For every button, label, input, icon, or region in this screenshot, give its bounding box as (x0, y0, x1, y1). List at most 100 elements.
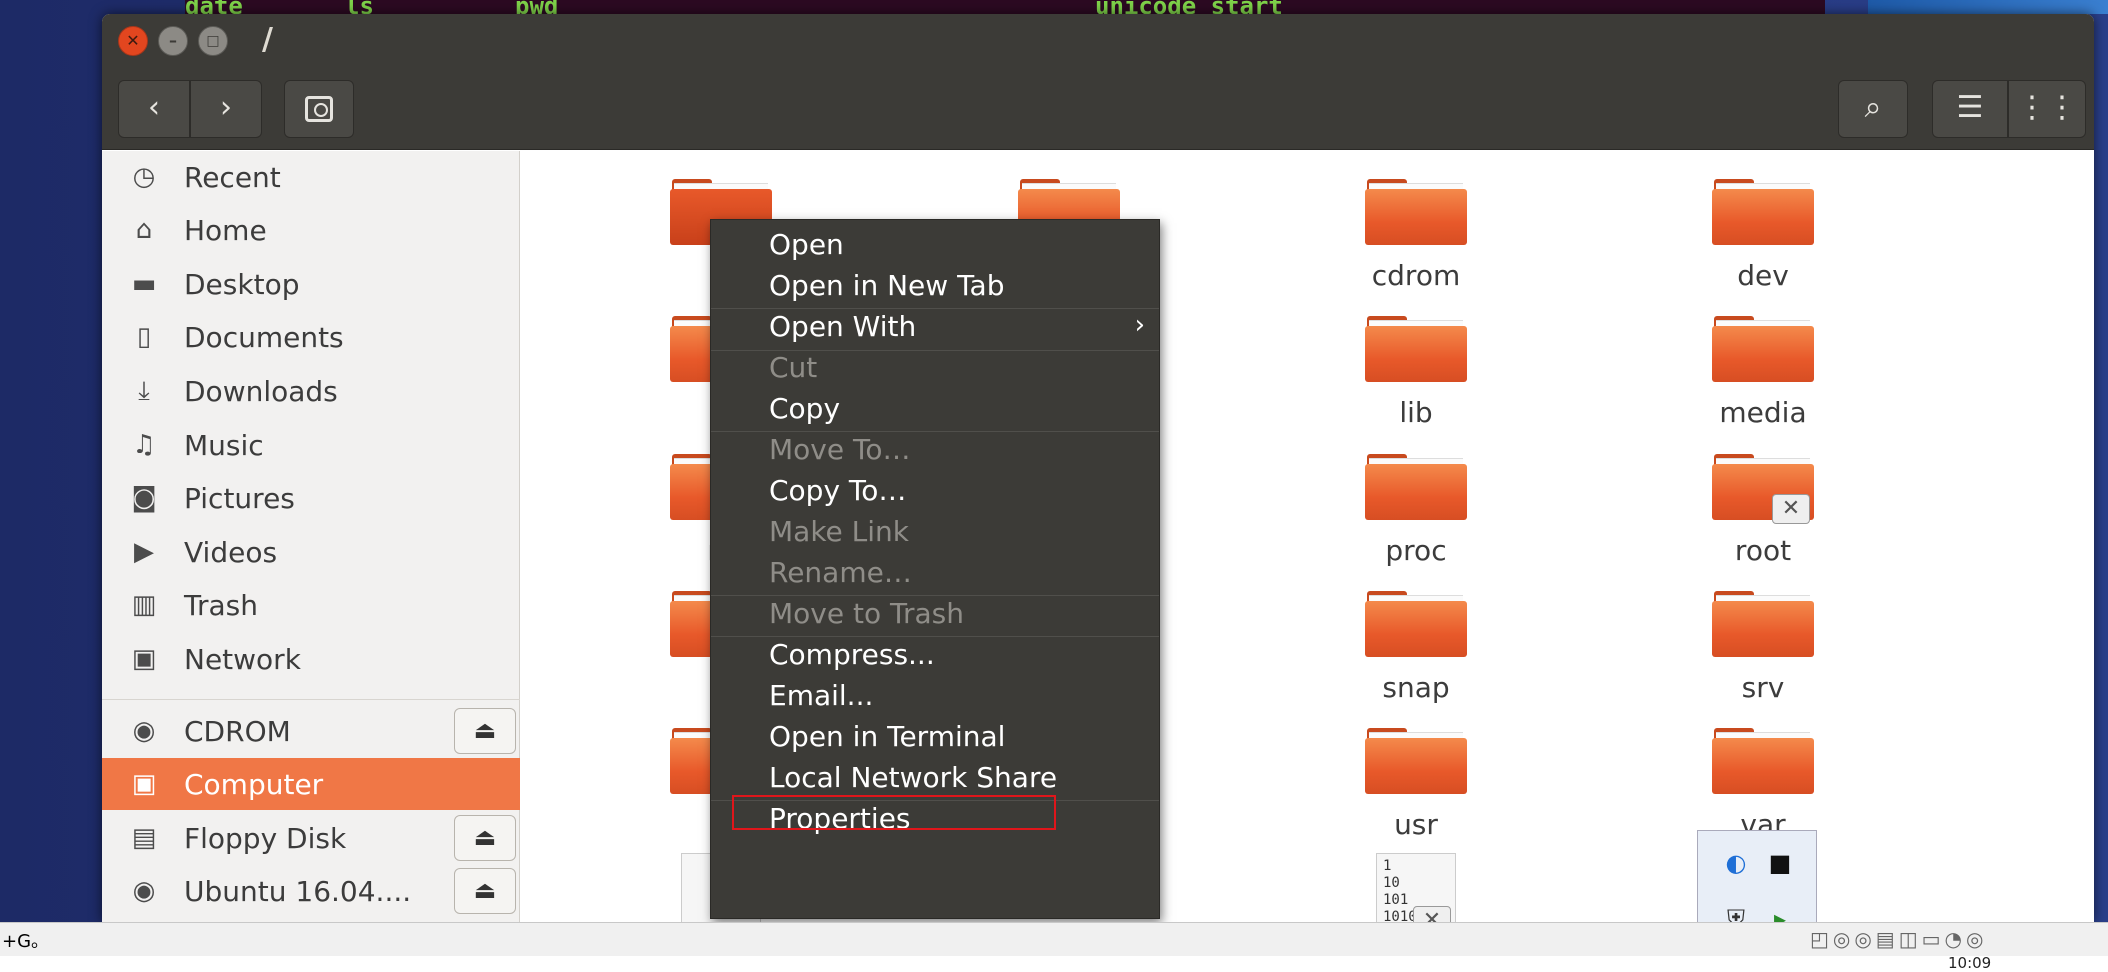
sidebar-item-label: Home (184, 213, 267, 247)
clock[interactable]: 10:09 (1948, 954, 1991, 972)
sidebar-item-home[interactable]: ⌂ Home (102, 204, 520, 256)
folder-icon (1365, 179, 1467, 245)
menu-item-open[interactable]: Open (769, 228, 844, 261)
folder-item[interactable]: ✕ root (1663, 454, 1863, 567)
folder-icon (1712, 591, 1814, 657)
sidebar-item-network[interactable]: ▣ Network (102, 633, 520, 685)
menu-item-move-to: Move To… (769, 433, 911, 466)
sidebar-item-cdrom[interactable]: ◉ CDROM ⏏ (102, 705, 520, 757)
locked-icon: ✕ (1413, 906, 1451, 922)
folder-label: srv (1741, 671, 1785, 704)
status-bar: +G。 ◰◎◎▤◫▭◔◎ (0, 922, 2108, 956)
folder-item[interactable]: proc (1316, 454, 1516, 567)
folder-item[interactable]: lib (1316, 316, 1516, 429)
highlight-box (732, 795, 1056, 830)
folder-label: media (1719, 396, 1807, 429)
system-tray-icons[interactable]: ◰◎◎▤◫▭◔◎ (1810, 927, 1987, 951)
sidebar-item-label: Computer (184, 767, 324, 801)
sidebar-item-desktop[interactable]: ▬ Desktop (102, 258, 520, 310)
file-item[interactable]: 1 10 101 1010 ✕ (1316, 853, 1516, 922)
location-button[interactable] (284, 80, 354, 138)
menu-item-open-in-terminal[interactable]: Open in Terminal (769, 720, 1005, 753)
sidebar-divider (102, 699, 520, 700)
search-button[interactable]: ⌕ (1838, 80, 1908, 138)
sidebar-item-videos[interactable]: ▶ Videos (102, 526, 520, 578)
folder-icon: ✕ (1712, 454, 1814, 524)
menu-item-compress[interactable]: Compress... (769, 638, 935, 671)
eject-button[interactable]: ⏏ (454, 815, 516, 861)
grid-view-button[interactable]: ⋮⋮ (2008, 80, 2086, 138)
locked-icon: ✕ (1772, 494, 1810, 524)
menu-item-open-new-tab[interactable]: Open in New Tab (769, 269, 1004, 302)
folder-item[interactable]: snap (1316, 591, 1516, 704)
menu-item-email[interactable]: Email... (769, 679, 873, 712)
menu-item-rename: Rename… (769, 556, 912, 589)
folder-icon: ▬ (131, 269, 157, 299)
clock-icon: ◷ (132, 162, 156, 192)
folder-item[interactable]: dev (1663, 179, 1863, 292)
folder-item[interactable]: usr (1316, 728, 1516, 841)
menu-separator (711, 595, 1159, 596)
computer-icon: ▣ (131, 769, 157, 799)
sidebar-item-label: CDROM (184, 714, 291, 748)
eject-button[interactable]: ⏏ (454, 708, 516, 754)
menu-item-copy[interactable]: Copy (769, 392, 840, 425)
network-icon: ▣ (131, 644, 157, 674)
chevron-right-icon: › (1134, 310, 1145, 340)
sidebar-item-label: Videos (184, 535, 278, 569)
app-grid-icon[interactable]: ■ (1760, 843, 1800, 883)
list-icon: ☰ (1956, 90, 1984, 125)
eject-icon: ⏏ (473, 716, 497, 744)
drive-icon (305, 95, 333, 122)
folder-icon (1365, 454, 1467, 520)
home-icon: ⌂ (135, 215, 153, 245)
binary-file-icon: 1 10 101 1010 ✕ (1376, 853, 1456, 922)
sidebar-item-label: Recent (184, 160, 281, 194)
sidebar-item-label: Floppy Disk (184, 821, 347, 855)
menu-separator (711, 308, 1159, 309)
sidebar: ◷ Recent ⌂ Home ▬ Desktop ▯ Documents ⤓ Downl… (102, 151, 520, 922)
folder-icon (1365, 316, 1467, 382)
folder-item[interactable]: var (1663, 728, 1863, 841)
sidebar-item-floppy[interactable]: ▤ Floppy Disk ⏏ (102, 812, 520, 864)
folder-label: cdrom (1371, 259, 1461, 292)
toolbar: ‹ › ⌕ ☰ ⋮⋮ (102, 66, 2094, 150)
status-text: +G。 (2, 931, 50, 952)
document-icon: ▯ (136, 322, 152, 352)
sidebar-item-downloads[interactable]: ⤓ Downloads (102, 365, 520, 417)
sidebar-item-documents[interactable]: ▯ Documents (102, 311, 520, 363)
menu-item-copy-to[interactable]: Copy To… (769, 474, 906, 507)
video-icon: ▶ (134, 537, 154, 567)
sidebar-item-trash[interactable]: ▥ Trash (102, 579, 520, 631)
back-button[interactable]: ‹ (118, 80, 190, 138)
taskbar: 10:09 (0, 954, 2108, 972)
minimize-button[interactable]: – (158, 26, 188, 56)
menu-item-local-network-share[interactable]: Local Network Share (769, 761, 1057, 794)
sidebar-item-recent[interactable]: ◷ Recent (102, 151, 520, 203)
sidebar-item-pictures[interactable]: ◙ Pictures (102, 472, 520, 524)
eject-button[interactable]: ⏏ (454, 868, 516, 914)
folder-icon (1712, 728, 1814, 794)
camera-icon: ◙ (131, 483, 157, 513)
folder-item[interactable]: cdrom (1316, 179, 1516, 292)
sidebar-item-ubuntu[interactable]: ◉ Ubuntu 16.04.... ⏏ (102, 865, 520, 917)
folder-icon (1712, 316, 1814, 382)
folder-item[interactable]: media (1663, 316, 1863, 429)
folder-icon (1365, 591, 1467, 657)
menu-separator (711, 636, 1159, 637)
sidebar-item-label: Ubuntu 16.04.... (184, 874, 412, 908)
folder-item[interactable]: srv (1663, 591, 1863, 704)
sidebar-item-music[interactable]: ♫ Music (102, 419, 520, 471)
terminal-text: ls (345, 0, 374, 14)
folder-label: proc (1385, 534, 1447, 567)
close-button[interactable]: ✕ (118, 26, 148, 56)
binary-digits: 1 10 101 1010 (1383, 858, 1417, 922)
list-view-button[interactable]: ☰ (1932, 80, 2008, 138)
back-icon: ‹ (148, 90, 160, 125)
shield-app-icon[interactable]: ◐ (1716, 843, 1756, 883)
forward-button[interactable]: › (190, 80, 262, 138)
maximize-button[interactable]: □ (198, 26, 228, 56)
folder-label: dev (1737, 259, 1789, 292)
sidebar-item-computer[interactable]: ▣ Computer (102, 758, 520, 810)
menu-item-open-with[interactable]: Open With (769, 310, 916, 343)
